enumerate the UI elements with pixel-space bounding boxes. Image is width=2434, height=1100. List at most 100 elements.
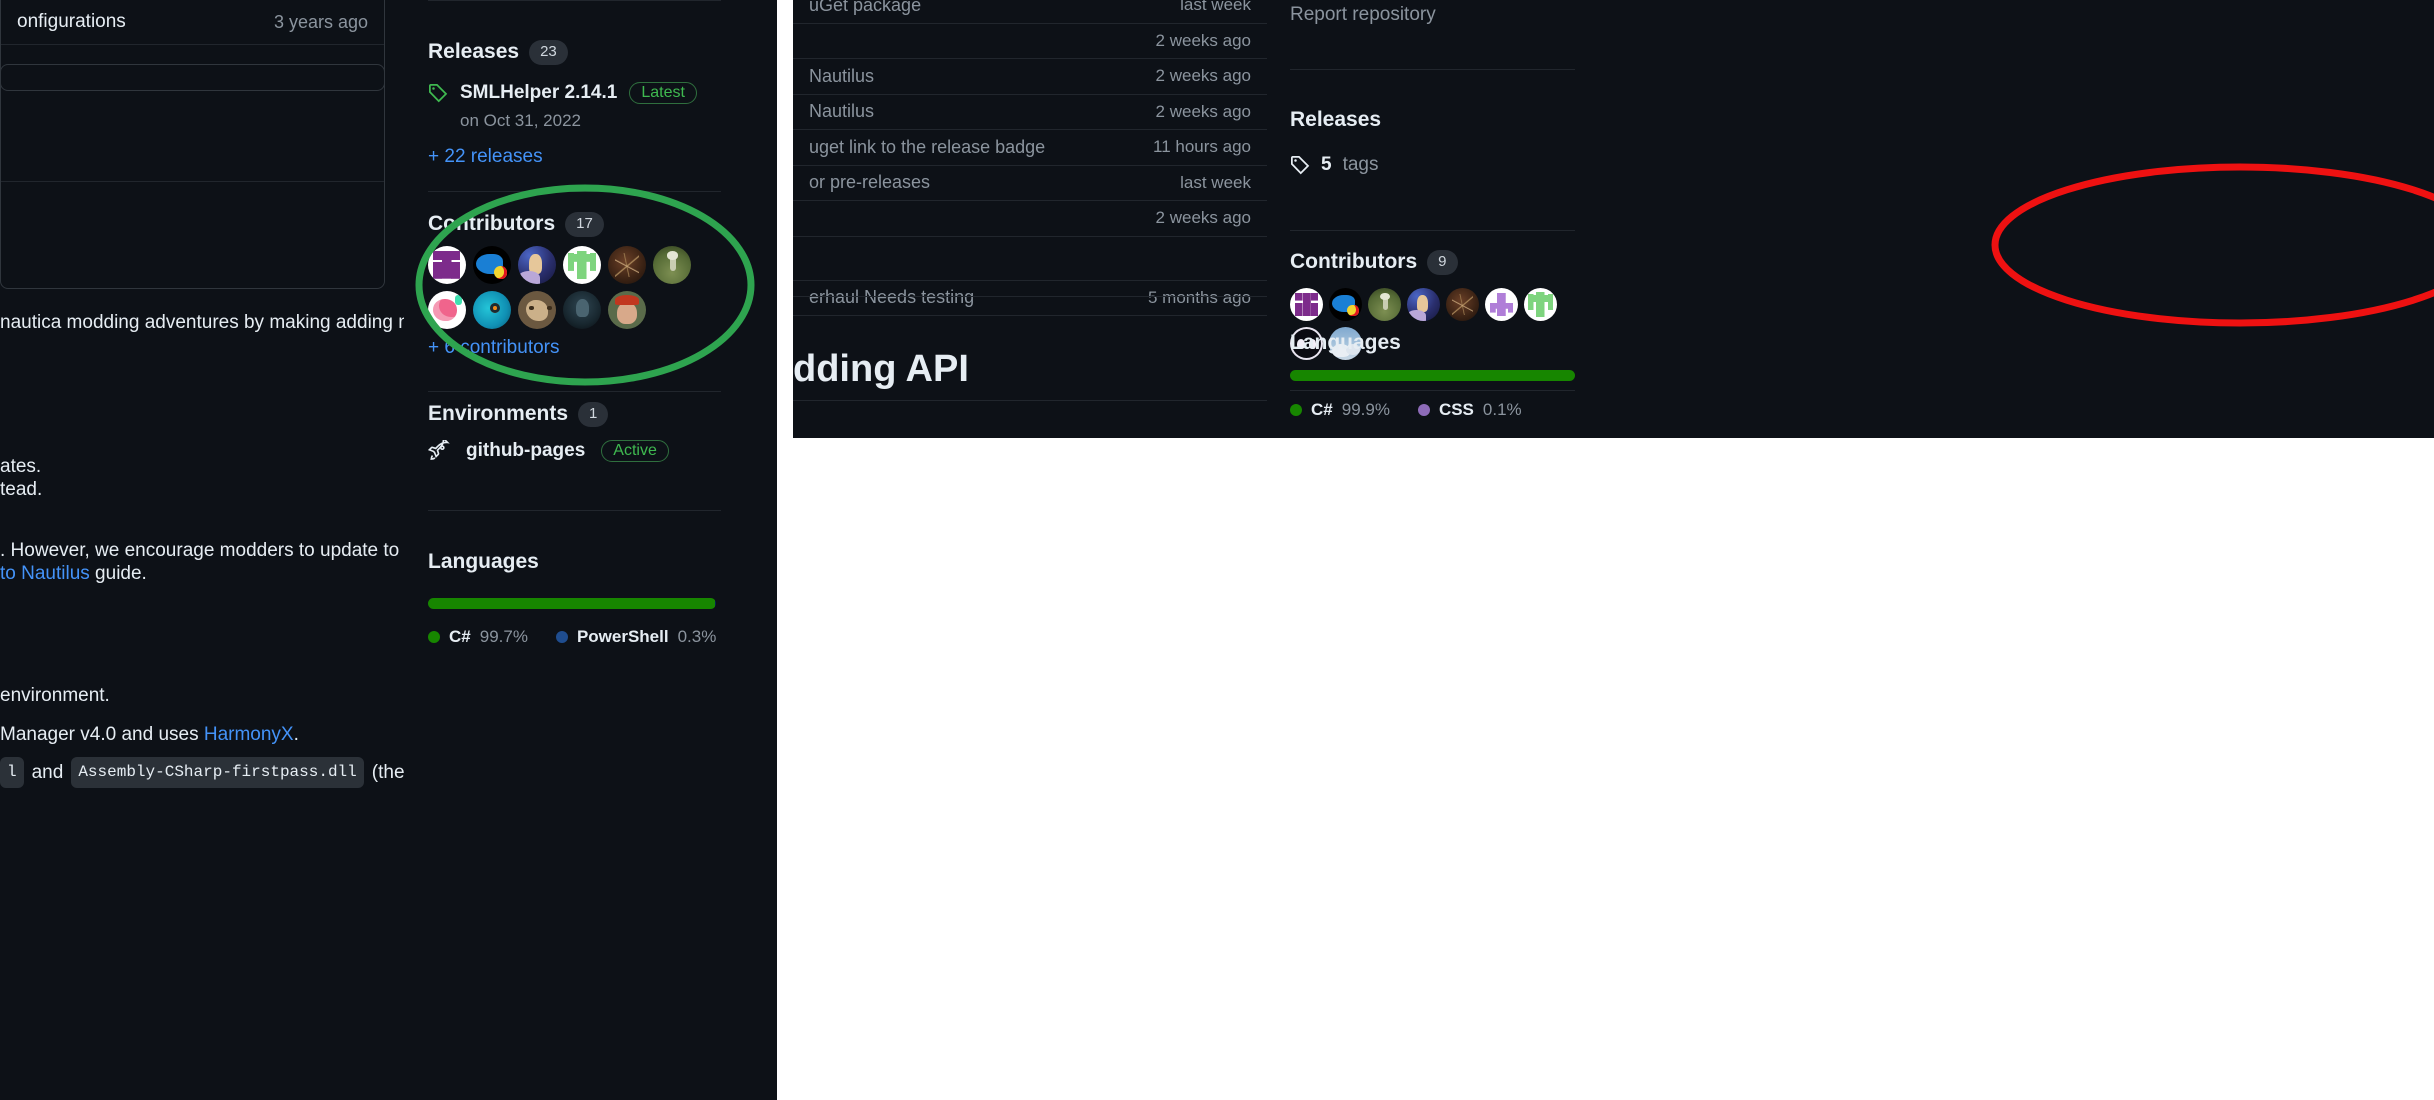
avatar-roots[interactable] [608,246,646,284]
avatar-ostrich[interactable] [653,246,691,284]
table-row[interactable]: 2 weeks ago [793,24,1267,59]
language-color-dot [428,631,440,643]
language-bar[interactable] [1290,370,1575,381]
releases-heading[interactable]: Releases [1290,108,1381,132]
avatar-identicon-violet[interactable] [1485,288,1518,321]
file-time: 3 years ago [273,11,368,32]
code-span: Assembly-CSharp-firstpass.dll [71,757,364,788]
avatar-identicon-purple[interactable] [428,246,466,284]
language-legend-item[interactable]: PowerShell 0.3% [555,627,717,647]
commit-time: 2 weeks ago [1155,208,1251,228]
avatar-cartoon-gremlin[interactable] [518,291,556,329]
avatar-sonic[interactable] [1329,288,1362,321]
tag-icon [428,83,448,103]
file-name[interactable]: onfigurations [17,11,126,33]
code-span: l [0,757,24,788]
contributors-heading[interactable]: Contributors 9 [1290,250,1458,275]
commit-message[interactable]: or pre-releases [809,172,930,193]
avatar-identicon-green[interactable] [563,246,601,284]
languages-heading[interactable]: Languages [1290,331,1401,355]
language-pct: 0.1% [1482,400,1522,419]
contributors-heading[interactable]: Contributors 17 [428,212,604,237]
releases-title: Releases [1290,108,1382,131]
avatar-identicon-green[interactable] [1524,288,1557,321]
window-repo-sidebar-right: Report repository Releases 5 tags Contri… [1267,0,2434,438]
readme-text: guide. [89,563,147,584]
releases-heading[interactable]: Releases 23 [428,40,568,65]
readme-text: Manager v4.0 and uses [0,724,204,745]
nautilus-link[interactable]: to Nautilus [0,563,90,584]
language-legend-item[interactable]: CSS 0.1% [1417,400,1522,420]
more-releases-link[interactable]: + 22 releases [428,146,543,168]
commit-message[interactable]: Nautilus [809,101,874,122]
avatar-pink-blob[interactable] [428,291,466,329]
language-legend-item[interactable]: C# 99.7% [428,627,528,647]
commit-message[interactable]: Nautilus [809,66,874,87]
table-row[interactable]: or pre-releases last week [793,166,1267,201]
contributors-title: Contributors [1290,250,1418,274]
language-legend-item[interactable]: C# 99.9% [1290,400,1390,420]
environments-heading[interactable]: Environments 1 [428,402,609,427]
language-color-dot [1290,404,1302,416]
divider [793,400,1267,401]
table-row[interactable]: uget link to the release badge 11 hours … [793,130,1267,166]
language-pct: 0.3% [677,627,717,646]
window-commit-list: uGet package last week 2 weeks ago Nauti… [793,0,1267,438]
avatar-roots[interactable] [1446,288,1479,321]
commit-message[interactable]: uget link to the release badge [809,137,1045,158]
table-row[interactable]: 2 weeks ago [793,201,1267,237]
readme-paragraph: environment. [0,685,110,706]
avatar-person-red-hat[interactable] [608,291,646,329]
environments-title: Environments [428,402,569,426]
avatar-space-cat[interactable] [518,246,556,284]
tag-icon [1290,155,1310,175]
readme-text: and [31,761,64,783]
divider [1290,69,1575,70]
table-row[interactable] [793,237,1267,281]
language-segment-powershell [715,598,716,609]
readme-text: . However, we encourage modders to updat… [0,540,400,561]
commit-message[interactable]: erhaul Needs testing [809,287,974,308]
commit-message[interactable]: uGet package [809,0,921,16]
table-row[interactable]: Nautilus 2 weeks ago [793,59,1267,95]
table-row[interactable]: erhaul Needs testing 5 months ago [793,281,1267,316]
readme-paragraph: to Nautilus guide. [0,559,147,588]
readme-paragraph: tead. [0,479,43,500]
release-name[interactable]: SMLHelper 2.14.1 [460,82,617,104]
table-row[interactable]: uGet package last week [793,0,1267,24]
environment-status-badge: Active [601,440,669,462]
commit-rows: uGet package last week 2 weeks ago Nauti… [793,0,1267,316]
avatar-sonic[interactable] [473,246,511,284]
rocket-icon [428,440,450,462]
table-row[interactable]: onfigurations 3 years ago [1,0,384,45]
avatar-space-cat[interactable] [1407,288,1440,321]
avatar-ostrich[interactable] [1368,288,1401,321]
commit-time: last week [1180,172,1251,192]
more-contributors-link[interactable]: + 6 contributors [428,337,560,359]
releases-title: Releases [428,40,520,64]
report-repository-link[interactable]: Report repository [1290,4,1436,26]
screenshot-stage: callbacks 3 months ago onfigurations 3 y… [0,0,2434,1100]
avatar-teal-bird[interactable] [473,291,511,329]
readme-text: (the originals [371,761,404,783]
page-title: dding API [793,348,969,390]
avatar-identicon-purple[interactable] [1290,288,1323,321]
contributors-count: 9 [1427,250,1458,275]
language-name: C# [449,627,471,646]
tags-row[interactable]: 5 tags [1290,154,1379,176]
commit-time: 5 months ago [1147,287,1251,307]
avatar-dark-knight[interactable] [563,291,601,329]
language-pct: 99.9% [1341,400,1390,419]
divider [1290,230,1575,231]
language-bar[interactable] [428,598,716,609]
latest-badge: Latest [629,82,697,104]
language-name: CSS [1438,400,1474,419]
table-row[interactable]: Nautilus 2 weeks ago [793,95,1267,130]
harmonyx-link[interactable]: HarmonyX [204,724,294,745]
latest-release-row[interactable]: SMLHelper 2.14.1 Latest [428,82,697,104]
language-color-dot [1417,404,1430,416]
environment-name[interactable]: github-pages [466,440,585,462]
release-date: on Oct 31, 2022 [460,111,581,130]
languages-heading[interactable]: Languages [428,550,539,574]
environment-row[interactable]: github-pages Active [428,440,669,462]
